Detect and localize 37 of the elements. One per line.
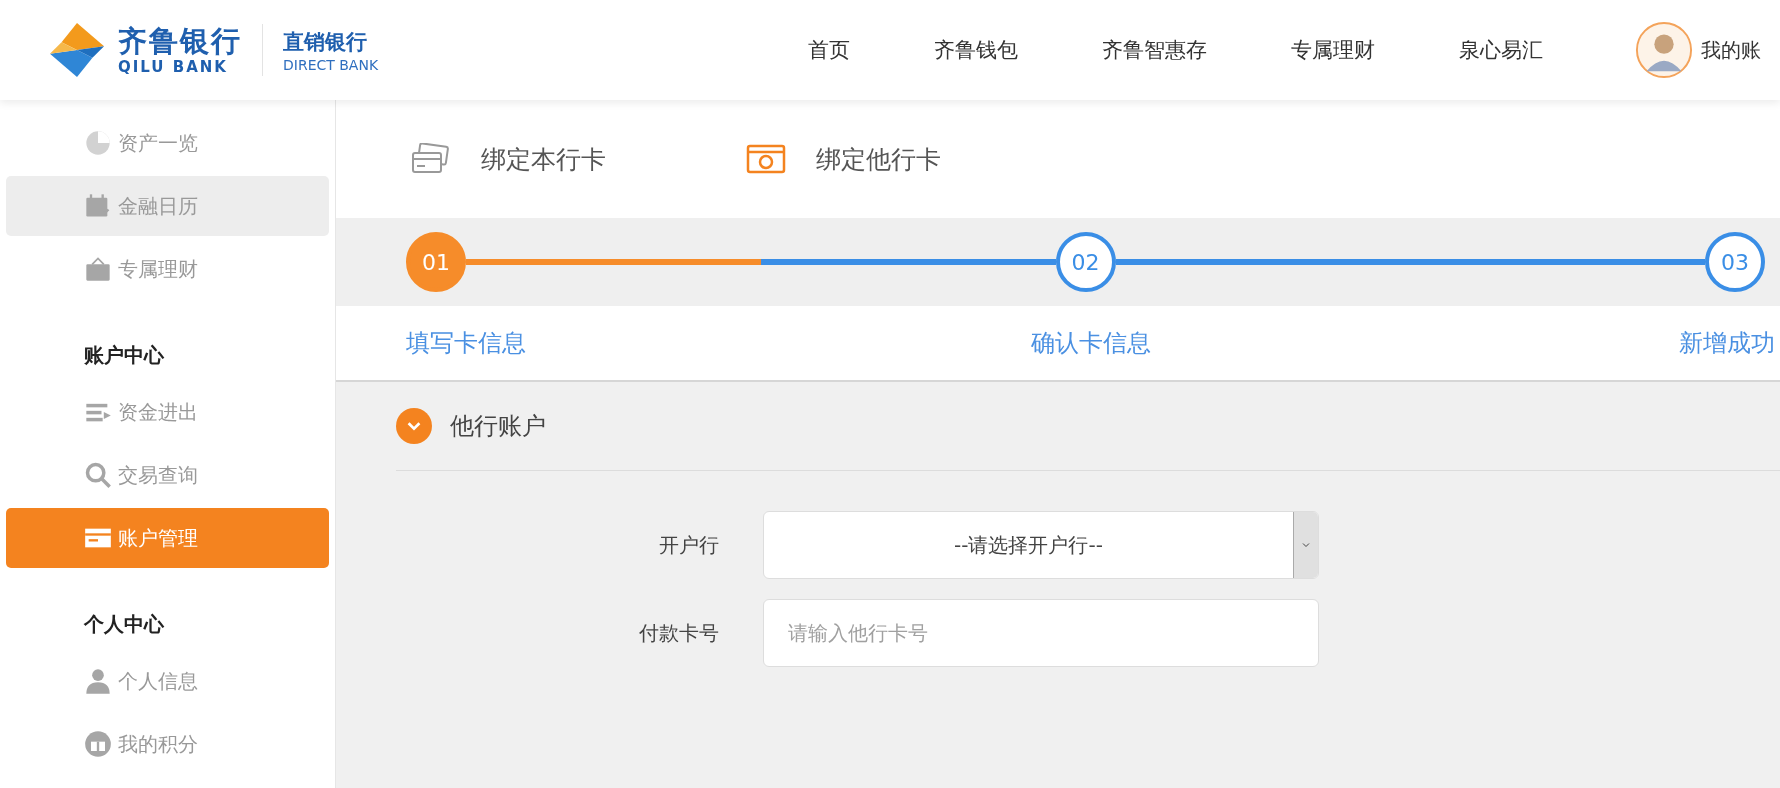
account-link[interactable]: 我的账 (1701, 36, 1761, 64)
caret-icon (1301, 540, 1311, 550)
person-icon (84, 667, 112, 695)
avatar-icon[interactable] (1635, 21, 1693, 79)
nav-link[interactable]: 首页 (688, 36, 892, 64)
bank-select[interactable]: --请选择开户行-- (763, 511, 1319, 579)
step-number: 01 (406, 232, 466, 292)
step-number: 02 (1055, 232, 1116, 292)
sidebar-heading: 个人中心 (83, 611, 165, 638)
nav-link[interactable]: 齐鲁智惠存 (1060, 36, 1249, 64)
field-label: 付款卡号 (639, 619, 719, 647)
step-label: 新增成功 (1679, 328, 1775, 359)
collapse-toggle[interactable] (396, 408, 432, 444)
section-title: 他行账户 (450, 411, 546, 442)
search-icon (84, 461, 112, 489)
bank-name: 齐鲁银行 (118, 24, 242, 58)
tab[interactable]: 绑定本行卡 (411, 142, 606, 176)
calendar-icon (84, 192, 112, 220)
bank-logo-icon (48, 21, 106, 79)
step-label: 填写卡信息 (406, 328, 527, 359)
nav-link[interactable]: 专属理财 (1249, 36, 1417, 64)
gift-icon (84, 730, 112, 758)
step-label: 确认卡信息 (1030, 328, 1151, 359)
step-number: 03 (1705, 232, 1765, 292)
direct-bank-name: 直销银行 (283, 29, 368, 56)
cards-icon (411, 143, 451, 175)
sidebar-heading: 账户中心 (83, 342, 165, 369)
card-refresh-icon (746, 143, 786, 175)
sale-tag-icon (84, 255, 112, 283)
field-label: 开户行 (659, 531, 719, 559)
card-number-field[interactable]: 请输入他行卡号 (763, 599, 1319, 667)
bank-name-latin: QILU BANK (118, 58, 229, 76)
nav-link[interactable]: 齐鲁钱包 (892, 36, 1060, 64)
direct-bank-latin: DIRECT BANK (283, 57, 379, 73)
tab[interactable]: 绑定他行卡 (746, 142, 941, 176)
pie-chart-icon (84, 129, 112, 157)
nav-link[interactable]: 泉心易汇 (1417, 36, 1585, 64)
